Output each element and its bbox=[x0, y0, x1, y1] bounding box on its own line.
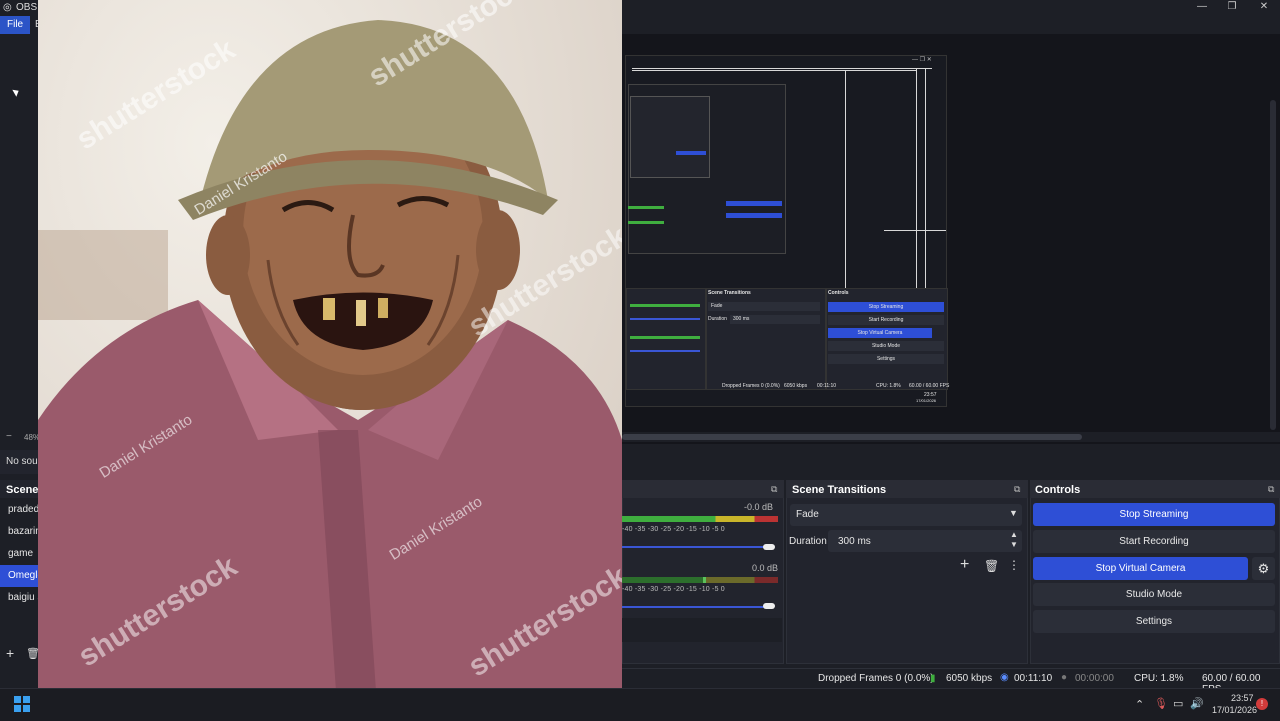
delete-transition-icon[interactable]: 🗑 bbox=[984, 559, 999, 573]
nested-window-buttons: — ❐ ✕ bbox=[912, 57, 932, 63]
controls-title: Controls bbox=[1035, 484, 1081, 496]
mixer-ch1-db: -0.0 dB bbox=[744, 502, 774, 512]
mixer-ch1-meter bbox=[622, 516, 778, 522]
recording-icon: ● bbox=[1061, 672, 1068, 683]
taskbar-time[interactable]: 23:57 bbox=[1231, 693, 1254, 703]
stop-streaming-button[interactable]: Stop Streaming bbox=[1033, 503, 1275, 526]
nested-settings: Settings bbox=[828, 354, 944, 364]
nested-kbps: 6050 kbps bbox=[784, 383, 808, 389]
nested-studio-mode: Studio Mode bbox=[828, 341, 944, 351]
nested-cpu: CPU: 1.8% bbox=[876, 383, 901, 389]
more-options-icon[interactable]: ⋮ bbox=[1008, 558, 1020, 572]
no-source-label: No sour bbox=[6, 456, 40, 467]
windows-start-icon[interactable] bbox=[14, 696, 30, 712]
mixer-footer bbox=[622, 618, 782, 642]
mixer-ch2-slider[interactable] bbox=[622, 606, 770, 608]
network-icon[interactable]: ▭ bbox=[1173, 697, 1183, 710]
nested-dropped: Dropped Frames 0 (0.0%) bbox=[722, 383, 780, 389]
preview-vscroll[interactable] bbox=[1270, 100, 1276, 430]
mixer-ch1-slider[interactable] bbox=[622, 546, 770, 548]
nested-preview: Scene Transitions Controls Fade Duration… bbox=[625, 55, 950, 407]
volume-icon[interactable]: 🔊 bbox=[1190, 697, 1204, 710]
mixer-ch2-scale: -40 -35 -30 -25 -20 -15 -10 -5 0 bbox=[622, 586, 725, 593]
nested-fade: Fade bbox=[708, 302, 820, 311]
mixer-ch1-knob[interactable] bbox=[763, 544, 775, 550]
mixer-ch2-meter bbox=[622, 577, 778, 583]
close-button[interactable]: ✕ bbox=[1248, 0, 1280, 16]
obs-logo-icon: ◎ bbox=[3, 2, 12, 13]
mixer-ch2-db: 0.0 dB bbox=[752, 563, 779, 573]
nested-transitions-title: Scene Transitions bbox=[708, 290, 751, 296]
start-recording-button[interactable]: Start Recording bbox=[1033, 530, 1275, 553]
controls-undock-icon[interactable]: ⧉ bbox=[1268, 484, 1274, 495]
scene-item-selected[interactable]: Omegle bbox=[0, 565, 40, 587]
minimize-button[interactable]: — bbox=[1186, 0, 1218, 16]
record-time: 00:00:00 bbox=[1075, 673, 1114, 684]
dropped-frames: Dropped Frames 0 (0.0%) bbox=[818, 673, 934, 684]
scene-item[interactable]: praded bbox=[0, 499, 40, 521]
signal-icon: ▮ bbox=[930, 673, 936, 684]
nested-duration-value: 300 ms bbox=[730, 315, 820, 324]
mixer-undock-icon[interactable]: ⧉ bbox=[771, 484, 777, 495]
transitions-undock-icon[interactable]: ⧉ bbox=[1014, 484, 1020, 495]
studio-mode-button[interactable]: Studio Mode bbox=[1033, 583, 1275, 606]
scene-item[interactable]: game bbox=[0, 543, 40, 565]
nested-fps: 60.00 / 60.00 FPS bbox=[909, 383, 950, 389]
microphone-icon[interactable]: 🎙 bbox=[1154, 697, 1168, 710]
bitrate: 6050 kbps bbox=[946, 673, 993, 684]
add-scene-icon[interactable]: + bbox=[6, 645, 14, 661]
stop-virtual-camera-button[interactable]: Stop Virtual Camera bbox=[1033, 557, 1248, 580]
stock-photo-overlay: shutterstock shutterstock shutterstock s… bbox=[38, 0, 622, 720]
settings-button[interactable]: Settings bbox=[1033, 610, 1275, 633]
mixer-ch1-scale: -40 -35 -30 -25 -20 -15 -10 -5 0 bbox=[622, 526, 725, 533]
streaming-icon: ◉ bbox=[1000, 672, 1009, 683]
nested-controls-title: Controls bbox=[828, 290, 849, 296]
nested-stop-streaming: Stop Streaming bbox=[828, 302, 944, 312]
transition-select[interactable] bbox=[790, 504, 1022, 526]
taskbar bbox=[0, 688, 1280, 721]
scene-item[interactable]: bazarin bbox=[0, 521, 40, 543]
stream-time: 00:11:10 bbox=[1014, 673, 1053, 684]
maximize-button[interactable]: ❐ bbox=[1216, 0, 1248, 16]
menu-file[interactable]: File bbox=[0, 16, 31, 34]
transition-select-value: Fade bbox=[796, 509, 819, 520]
duration-value: 300 ms bbox=[838, 536, 871, 547]
mixer-ch2-knob[interactable] bbox=[763, 603, 775, 609]
duration-stepper[interactable]: ▲ ▼ bbox=[1010, 530, 1018, 550]
nested-duration: Duration bbox=[708, 316, 727, 322]
chevron-down-icon[interactable]: ▼ bbox=[1009, 508, 1018, 518]
tray-chevron-up-icon[interactable]: ⌃ bbox=[1135, 698, 1144, 711]
nested-date: 17/01/2026 bbox=[916, 398, 937, 403]
nested-start-recording: Start Recording bbox=[828, 315, 944, 325]
nested-stop-virtual-camera: Stop Virtual Camera bbox=[828, 328, 932, 338]
notification-badge-icon[interactable]: ! bbox=[1256, 698, 1268, 710]
mixer-header bbox=[622, 480, 784, 498]
duration-label: Duration bbox=[789, 536, 827, 547]
preview-hscroll[interactable] bbox=[622, 432, 1280, 442]
virtual-camera-settings-gear-icon[interactable]: ⚙ bbox=[1252, 557, 1275, 580]
scene-item[interactable]: baigiu s bbox=[0, 587, 40, 609]
nested-time: 00:11:10 bbox=[817, 383, 837, 389]
cpu-usage: CPU: 1.8% bbox=[1134, 673, 1184, 684]
add-transition-icon[interactable]: + bbox=[960, 556, 969, 574]
transitions-title: Scene Transitions bbox=[792, 484, 887, 496]
zoom-out-icon[interactable]: − bbox=[6, 431, 12, 442]
taskbar-date[interactable]: 17/01/2026 bbox=[1212, 705, 1257, 715]
